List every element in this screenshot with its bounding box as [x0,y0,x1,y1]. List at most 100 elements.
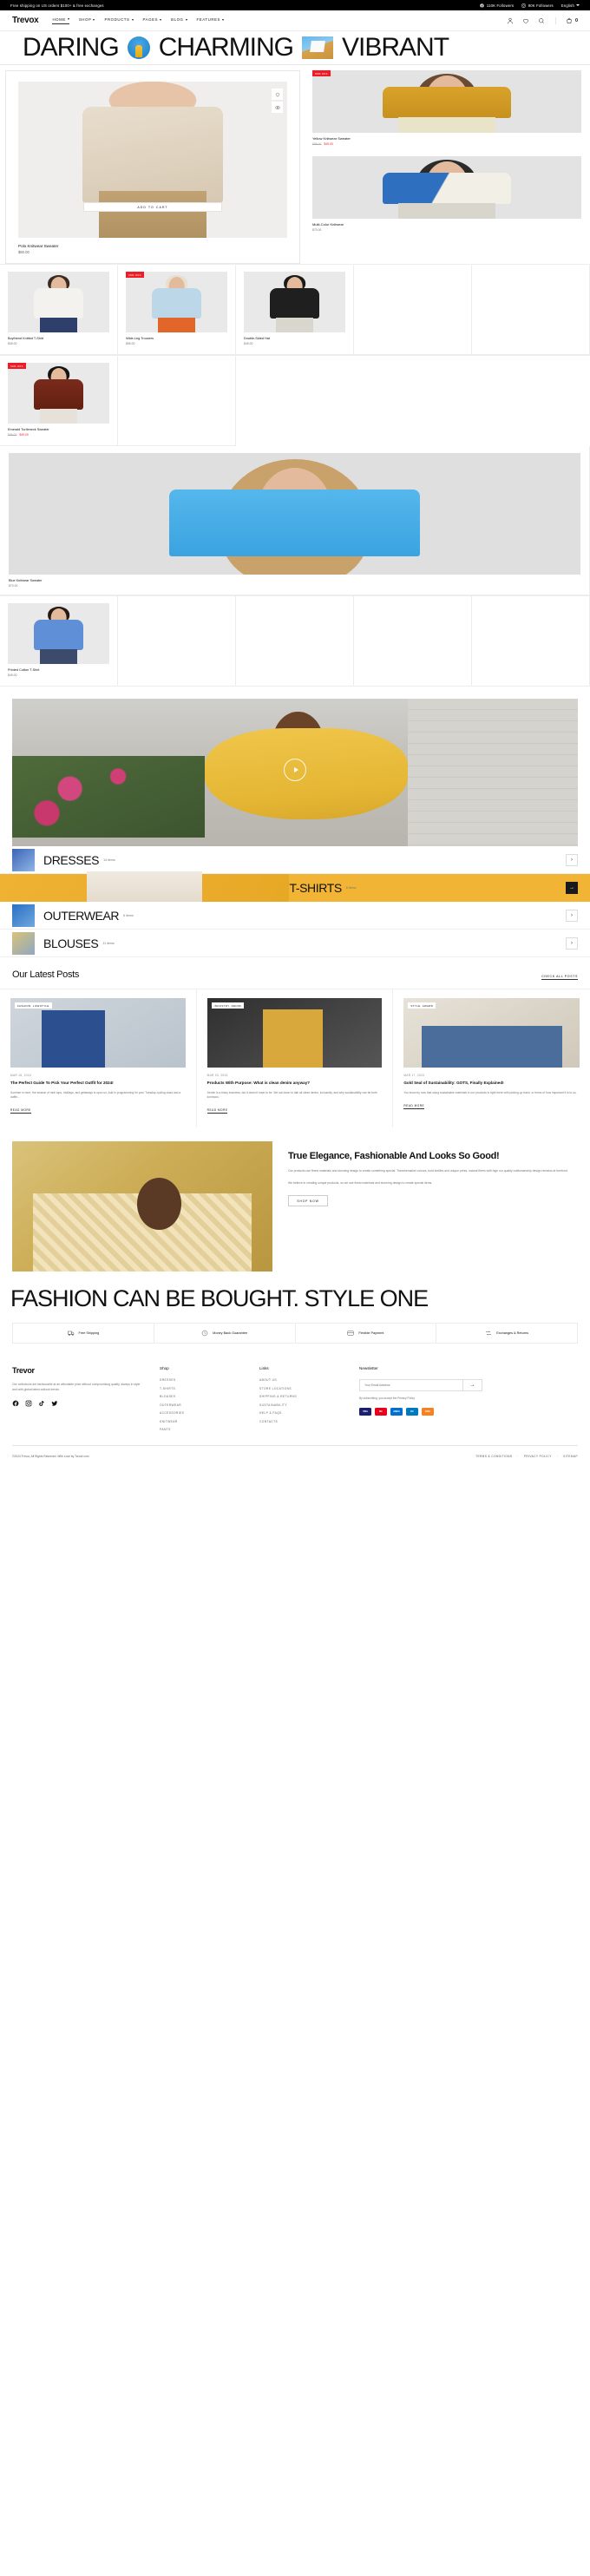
footer-link-sustainability[interactable]: SUSTAINABILITY [259,1403,342,1407]
footer-link-accessories[interactable]: ACCESSORIES [160,1411,242,1415]
facebook-icon [480,3,484,8]
twitter-icon[interactable] [51,1400,58,1407]
model-photo [312,70,581,133]
feature-label: Free Shipping [78,1331,100,1336]
eye-icon [274,105,280,109]
newsletter-submit-button[interactable]: → [462,1380,482,1391]
nav-item-home[interactable]: HOME [52,17,69,24]
blog-post-card[interactable]: STYLE, AWARD MAR 17, 2024 Gold Seal of S… [393,989,590,1127]
video-banner[interactable] [12,699,578,846]
product-card[interactable]: 50% OFF Emerald Turtleneck Sweater $98.0… [0,356,118,446]
footer-link-contacts[interactable]: CONTACTS [259,1420,342,1423]
footer-link-dresses[interactable]: DRESSES [160,1378,242,1382]
legal-separator: · [556,1455,559,1459]
language-selector[interactable]: English [561,3,580,8]
account-icon[interactable] [507,17,514,24]
footer-link-tshirts[interactable]: T-SHIRTS [160,1387,242,1390]
check-all-posts-link[interactable]: CHECK ALL POSTS [541,975,578,980]
category-arrow-icon[interactable]: › [566,909,578,922]
product-card[interactable]: Boyfriend Knitted T-Shirt $35.00 [0,265,118,355]
category-row-dresses[interactable]: DRESSES 14 items › [0,846,590,874]
post-image: STYLE, AWARD [403,998,580,1068]
category-row-outerwear[interactable]: OUTERWEAR 6 items › [0,902,590,930]
sale-price: $49.00 [19,433,29,437]
post-excerpt: Summer is here, the season of midi tops,… [10,1090,181,1099]
price-row: $45.00 [244,342,345,345]
product-card[interactable]: Printed Cotton T-Shirt $49.00 [0,596,118,687]
trousers-shape [99,191,206,238]
footer-link-store-locations[interactable]: STORE LOCATIONS [259,1387,342,1390]
nav-item-features[interactable]: FEATURES [197,17,224,24]
footer-link-knitwear[interactable]: KNITWEAR [160,1420,242,1423]
category-arrow-icon[interactable]: › [566,853,578,866]
footer-link-blouses[interactable]: BLOUSES [160,1395,242,1398]
product-card-wide[interactable]: Blue Knitwear Sweater $70.00 [0,446,590,595]
category-row-blouses[interactable]: BLOUSES 11 items › [0,930,590,957]
newsletter-email-input[interactable] [360,1380,462,1391]
blog-post-card[interactable]: FASHION, LIFESTYLE MAR 18, 2024 The Perf… [0,989,197,1128]
add-to-wishlist-button[interactable] [272,89,283,100]
quick-view-button[interactable] [272,102,283,113]
wishlist-heart-icon[interactable] [522,17,529,24]
feature-money-back: Money Back Guarantee [154,1324,296,1344]
read-more-link[interactable]: READ MORE [206,1108,228,1114]
footer-link-help-faqs[interactable]: HELP & FAQS [259,1411,342,1415]
facebook-icon[interactable] [12,1400,19,1407]
footer-logo[interactable]: Trevor [12,1366,142,1375]
product-card[interactable]: 50% OFF Yellow Knitwear Sweater $98.00 $… [312,70,581,146]
product-grid-row-3: Printed Cotton T-Shirt $49.00 [0,595,590,687]
shop-now-button[interactable]: SHOP NOW [288,1195,328,1207]
play-video-button[interactable] [284,758,306,781]
footer-column-heading: Newsletter [359,1366,378,1371]
grid-spacer [472,596,590,687]
footer-link-shipping-returns[interactable]: SHIPPING & RETURNS [259,1395,342,1398]
read-more-link[interactable]: READ MORE [403,1104,425,1109]
marquee-statement: FASHION CAN BE BOUGHT. STYLE ONE [10,1285,429,1312]
category-row-tshirts[interactable]: T-SHIRTS 8 items → [0,871,590,905]
site-logo[interactable]: Trevox [12,16,39,25]
price-row: $49.00 [8,674,109,677]
facebook-followers[interactable]: 110K Followers [480,3,514,8]
category-title: OUTERWEAR [43,908,120,923]
blog-section-header: Our Latest Posts CHECK ALL POSTS [0,957,590,989]
visa-icon: VISA [359,1408,371,1416]
sitemap-link[interactable]: SITEMAP [563,1455,578,1458]
main-navigation: HOME SHOP PRODUCTS PAGES BLOG FEATURES [52,17,224,24]
terms-conditions-link[interactable]: TERMS & CONDITIONS [475,1455,512,1458]
blog-post-card[interactable]: INDUSTRY, DENIM MAR 03, 2024 Products Wi… [197,989,394,1128]
site-footer: Trevor Our collections are fashionable a… [0,1344,590,1431]
product-card[interactable]: Double-Sided Hat $45.00 [236,265,354,355]
instagram-followers[interactable]: 90K Followers [521,3,554,8]
cart-button[interactable]: 0 [554,16,578,24]
price-row: $98.00 $49.00 [8,433,109,437]
product-card[interactable]: Multi-Color Knitwear $70.00 [312,156,581,232]
showcase-side-column: 50% OFF Yellow Knitwear Sweater $98.00 $… [300,65,590,264]
discount-badge: 50% OFF [8,363,26,369]
featured-product-card[interactable]: ADD TO CART Polo Knitwear Sweater $60.00 [5,70,300,264]
footer-link-about-us[interactable]: ABOUT US [259,1378,342,1382]
product-grid-row-2: 50% OFF Emerald Turtleneck Sweater $98.0… [0,355,590,595]
model-photo [312,156,581,219]
nav-item-blog[interactable]: BLOG [171,17,187,24]
footer-link-outerwear[interactable]: OUTERWEAR [160,1403,242,1407]
feature-label: Money Back Guarantee [213,1331,248,1336]
search-icon[interactable] [538,17,545,24]
category-arrow-icon[interactable]: › [566,936,578,950]
category-arrow-icon[interactable]: → [565,882,578,894]
instagram-icon[interactable] [25,1400,32,1407]
nav-item-pages[interactable]: PAGES [143,17,162,24]
product-card[interactable]: 30% OFF Wide-Leg Trousers $55.00 [118,265,236,355]
hero-marquee: DARING CHARMING VIBRANT [0,31,590,64]
add-to-cart-button[interactable]: ADD TO CART [83,202,222,212]
nav-item-products[interactable]: PRODUCTS [104,17,134,24]
footer-link-pants[interactable]: PANTS [160,1428,242,1431]
nav-label: HOME [52,16,66,22]
tiktok-icon[interactable] [38,1400,45,1407]
read-more-link[interactable]: READ MORE [10,1108,31,1114]
payment-methods: VISA MC AMEX DC DISC [359,1408,578,1416]
nav-item-shop[interactable]: SHOP [79,17,95,24]
footer-bottom-bar: ©2024 Trevor, All Rights Reserved. With … [12,1445,578,1470]
chevron-down-icon [185,18,187,21]
privacy-policy-link[interactable]: PRIVACY POLICY [524,1455,552,1458]
feature-label: Exchanges & Returns [496,1331,528,1336]
